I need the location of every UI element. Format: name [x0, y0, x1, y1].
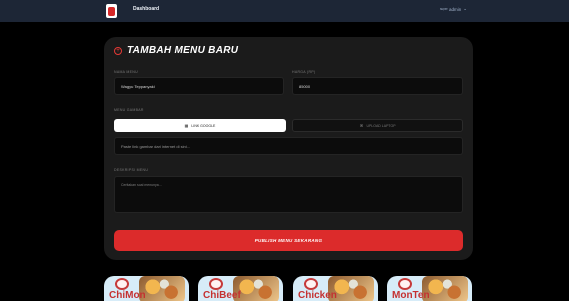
menu-card[interactable]: ChiMon	[104, 276, 189, 301]
form-title: TAMBAH MENU BARU	[127, 45, 239, 56]
brand-badge	[115, 278, 129, 290]
menu-card[interactable]: Chicken	[293, 276, 378, 301]
plus-circle-icon: +	[114, 46, 122, 55]
brand-badge	[304, 278, 318, 290]
menu-card-name: ChiMon	[109, 290, 146, 301]
toggle-upload-label: UPLOAD LAPTOP	[366, 123, 396, 128]
brand-logo[interactable]	[106, 4, 117, 18]
desc-label: DESKRIPSI MENU	[114, 168, 149, 172]
chevron-down-icon: ⌄	[463, 6, 467, 11]
image-label: MENU GAMBAR	[114, 108, 144, 112]
menu-name-input[interactable]: Wagyu Teppanyaki	[114, 77, 284, 95]
top-navbar: Dashboard ˢᵘᵖᵉʳ admin ⌄	[0, 0, 569, 22]
toggle-link-google[interactable]: ▦ LINK GOOGLE	[114, 119, 286, 132]
menu-card[interactable]: MonTen	[387, 276, 472, 301]
toggle-link-label: LINK GOOGLE	[191, 123, 216, 128]
user-menu-label: ˢᵘᵖᵉʳ admin	[440, 6, 462, 12]
menu-card[interactable]: ChiBeef	[198, 276, 283, 301]
toggle-upload-laptop[interactable]: ⌘ UPLOAD LAPTOP	[292, 119, 463, 132]
description-textarea[interactable]: Ceritakan soal menunya...	[114, 176, 463, 213]
brand-badge	[209, 278, 223, 290]
upload-icon: ⌘	[359, 123, 364, 128]
menu-card-name: ChiBeef	[203, 290, 241, 301]
publish-button[interactable]: PUBLISH MENU SEKARANG	[114, 230, 463, 251]
menu-card-name: Chicken	[298, 290, 337, 301]
brand-badge	[398, 278, 412, 290]
nav-title[interactable]: Dashboard	[133, 6, 159, 12]
user-menu[interactable]: ˢᵘᵖᵉʳ admin ⌄	[440, 6, 467, 12]
link-icon: ▦	[184, 123, 189, 128]
image-link-input[interactable]: Paste link gambar dari internet di sini.…	[114, 137, 463, 155]
name-label: NAMA MENU	[114, 70, 138, 74]
price-label: HARGA (RP)	[292, 70, 316, 74]
food-image	[139, 276, 185, 301]
add-menu-form: + TAMBAH MENU BARU NAMA MENU Wagyu Teppa…	[104, 37, 473, 260]
price-input[interactable]: 85000	[292, 77, 463, 95]
form-header: + TAMBAH MENU BARU	[114, 45, 238, 56]
menu-card-name: MonTen	[392, 290, 430, 301]
